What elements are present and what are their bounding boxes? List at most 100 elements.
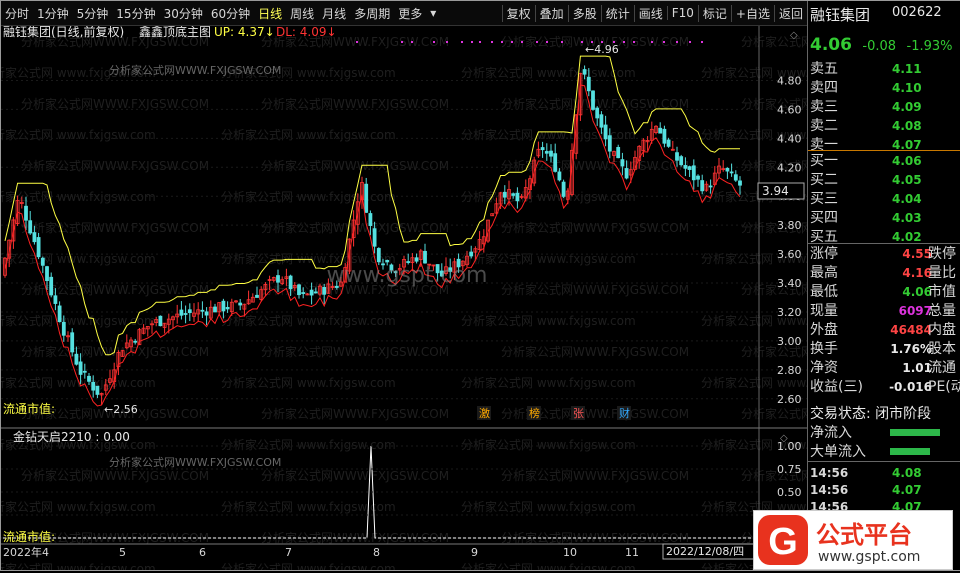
sell-price: 4.09: [892, 100, 922, 114]
period-tab-1[interactable]: 1分钟: [33, 5, 73, 22]
badge-3[interactable]: 财: [619, 406, 630, 420]
badge-2[interactable]: 张: [573, 407, 584, 420]
stat-label: 最低: [810, 284, 838, 300]
sell-row-0[interactable]: 卖五 4.11: [808, 59, 960, 79]
stat-suffix: 总量: [928, 303, 956, 319]
candle-body-156: [658, 127, 663, 134]
stat-value: -0.016: [889, 380, 932, 394]
badge-0[interactable]: 激: [479, 406, 490, 420]
candle-body-21: [91, 381, 96, 391]
stat-label: 收益(三): [810, 379, 863, 395]
candle-body-52: [221, 300, 226, 312]
candle-body-142: [599, 114, 604, 128]
sell-row-2[interactable]: 卖三 4.09: [808, 97, 960, 117]
stat-row-7: 收益(三) -0.016PE(动): [808, 377, 960, 397]
kline-chart-area[interactable]: 分析家公式网WWW.FXJGSW.COM 分析家公式网WWW.FXJGSW.COM…: [1, 26, 807, 572]
toolbar-button-6[interactable]: 标记: [697, 4, 731, 22]
signal-dot-25: [701, 41, 703, 43]
buy-label: 买四: [810, 210, 838, 226]
watermark-text-42: 分析家公式网WWW.FXJGSW.COM: [501, 344, 689, 359]
trade-status: 交易状态: 闭市阶段: [810, 406, 932, 422]
badge-1[interactable]: 榜: [529, 406, 540, 420]
toolbar-button-5[interactable]: F10: [666, 6, 698, 20]
xtick-3: 7: [285, 546, 292, 559]
signal-dot-21: [651, 41, 653, 43]
flow-label: 大单流入: [810, 444, 866, 460]
action-buttons: 复权 叠加 多股 统计 画线 F10 标记 +自选 返回: [501, 1, 807, 25]
xtick-6: 10: [563, 546, 577, 559]
candle-body-138: [582, 69, 587, 75]
stock-code: 002622: [892, 5, 942, 20]
candle-body-47: [200, 309, 205, 312]
price-change: -0.08: [862, 39, 897, 54]
stock-name: 融钰集团: [810, 6, 871, 24]
sub-settings-diamond-icon[interactable]: ◇: [780, 433, 788, 444]
quote-panel: 融钰集团 002622 4.06 -0.08 -1.93% 卖五 4.11 卖四 4.…: [807, 1, 960, 570]
candle-body-37: [158, 315, 163, 327]
toolbar-button-2[interactable]: 多股: [567, 4, 601, 22]
candle-body-70: [297, 284, 301, 296]
more-chevron-icon[interactable]: ▾: [426, 6, 440, 20]
watermark-text-16: 分析家公式网WWW.FXJGSW.COM: [21, 158, 209, 173]
candle-body-73: [309, 289, 314, 296]
watermark-text-58: 分析家公式网WWW.FXJGSW.COM: [501, 468, 689, 483]
ytick-0: 4.80: [777, 74, 802, 87]
chart-title: 融钰集团(日线,前复权): [3, 26, 124, 39]
stat-row-1: 最高 4.16 量比: [808, 263, 960, 283]
stat-row-5: 换手 1.76% 股本: [808, 339, 960, 359]
buy-row-1[interactable]: 买二 4.05: [808, 170, 960, 190]
toolbar-button-8[interactable]: 返回: [773, 4, 807, 22]
watermark-text-68: 分析家公式网 www.fxjgsw.com: [1, 561, 156, 570]
ytick-6: 3.60: [777, 248, 802, 261]
period-tab-6[interactable]: 日线: [254, 5, 286, 22]
sub-liutong-label: 流通市值:: [3, 529, 55, 544]
buy-row-2[interactable]: 买三 4.04: [808, 189, 960, 209]
period-tab-7[interactable]: 周线: [286, 5, 318, 22]
signal-dot-23: [676, 41, 678, 43]
candle-body-158: [666, 139, 671, 147]
watermark-text-60: 分析家公式网 www.fxjgsw.com: [1, 499, 156, 514]
signal-dot-19: [623, 41, 625, 43]
candle-body-5: [24, 205, 28, 221]
stat-suffix: 量比: [928, 265, 956, 281]
indicator-name: 鑫鑫顶底主图: [139, 26, 211, 39]
toolbar-button-7[interactable]: +自选: [730, 4, 774, 22]
candle-body-71: [301, 292, 306, 294]
stat-row-3: 现量 6097 总量: [808, 301, 960, 321]
toolbar-button-0[interactable]: 复权: [501, 4, 535, 22]
candle-body-162: [683, 165, 688, 169]
toolbar-button-3[interactable]: 统计: [600, 4, 634, 22]
signal-dot-0: [356, 41, 358, 43]
stat-suffix: 市值: [928, 284, 956, 300]
toolbar-button-1[interactable]: 叠加: [534, 4, 568, 22]
period-tab-5[interactable]: 60分钟: [207, 5, 254, 22]
watermark-text-28: 分析家公式网 www.fxjgsw.com: [1, 251, 156, 266]
period-tab-4[interactable]: 30分钟: [160, 5, 207, 22]
stat-row-4: 外盘 46484 内盘: [808, 320, 960, 340]
period-tab-8[interactable]: 月线: [318, 5, 350, 22]
sell-price: 4.10: [892, 81, 922, 95]
flow-row-0: 净流入: [808, 423, 960, 443]
period-tab-9[interactable]: 多周期: [350, 5, 394, 22]
period-tab-2[interactable]: 5分钟: [73, 5, 113, 22]
sell-row-3[interactable]: 卖二 4.08: [808, 116, 960, 136]
signal-dot-9: [501, 41, 503, 43]
stat-suffix: 内盘: [928, 322, 956, 338]
candle-body-175: [738, 180, 742, 186]
period-tab-10[interactable]: 更多: [394, 5, 426, 22]
candle-body-88: [372, 228, 377, 247]
kline-svg[interactable]: 分析家公式网WWW.FXJGSW.COM 分析家公式网WWW.FXJGSW.COM…: [1, 26, 807, 570]
xtick-5: 9: [471, 546, 478, 559]
settings-diamond-icon[interactable]: ◇: [790, 30, 798, 41]
candle-body-87: [368, 213, 373, 226]
toolbar-button-4[interactable]: 画线: [633, 4, 667, 22]
buy-row-0[interactable]: 买一 4.06: [808, 151, 960, 171]
candle-body-144: [607, 135, 612, 152]
ytick-10: 2.80: [777, 364, 802, 377]
period-tab-3[interactable]: 15分钟: [112, 5, 159, 22]
sell-row-1[interactable]: 卖四 4.10: [808, 78, 960, 98]
candle-body-48: [204, 311, 209, 316]
period-tab-0[interactable]: 分时: [1, 5, 33, 22]
buy-row-3[interactable]: 买四 4.03: [808, 208, 960, 228]
gspt-logo-icon: G 公式平台 www.gspt.com: [758, 515, 920, 565]
